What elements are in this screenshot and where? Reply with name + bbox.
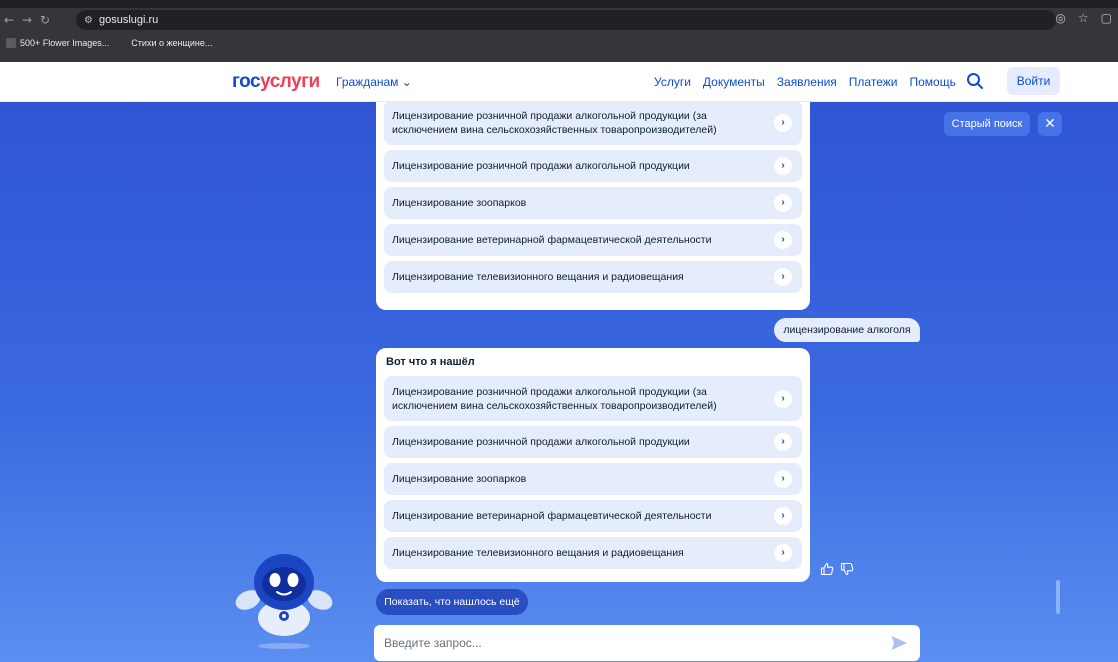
forward-icon[interactable]: → xyxy=(18,13,36,27)
reload-icon[interactable]: ↻ xyxy=(36,13,54,27)
nav-documents[interactable]: Документы xyxy=(703,75,765,89)
result-item[interactable]: Лицензирование розничной продажи алкогол… xyxy=(384,102,802,145)
bookmark-label: 500+ Flower Images... xyxy=(20,38,110,48)
robot-mascot-icon xyxy=(235,554,333,649)
chevron-right-icon: › xyxy=(774,268,792,286)
result-item-label: Лицензирование розничной продажи алкогол… xyxy=(392,109,717,136)
show-more-button[interactable]: Показать, что нашлось ещё xyxy=(376,589,528,615)
result-item[interactable]: Лицензирование зоопарков › xyxy=(384,187,802,219)
nav-services[interactable]: Услуги xyxy=(654,75,691,89)
result-item-label: Лицензирование зоопарков xyxy=(392,473,527,485)
result-item-label: Лицензирование ветеринарной фармацевтиче… xyxy=(392,510,712,522)
site-info-icon[interactable]: ⚙ xyxy=(84,15,93,26)
result-item[interactable]: Лицензирование розничной продажи алкогол… xyxy=(384,426,802,458)
chat-scrollbar[interactable] xyxy=(1056,580,1060,614)
result-item-label: Лицензирование розничной продажи алкогол… xyxy=(392,160,690,172)
old-search-button[interactable]: Старый поиск xyxy=(944,112,1030,136)
answer-title: Вот что я нашёл xyxy=(386,356,475,368)
chevron-right-icon: › xyxy=(774,470,792,488)
url-text: gosuslugi.ru xyxy=(98,14,159,26)
user-message: лицензирование алкоголя xyxy=(774,318,920,342)
eye-off-icon[interactable]: ◎ xyxy=(1055,11,1065,25)
address-bar-row: ← → ↻ ⚙ gosuslugi.ru ◎ ☆ ▢ xyxy=(0,8,1118,32)
chevron-right-icon: › xyxy=(774,507,792,525)
logo-part-uslugi: услуги xyxy=(260,71,320,92)
browser-actions: ◎ ☆ ▢ xyxy=(1055,11,1112,25)
nav-payments[interactable]: Платежи xyxy=(849,75,898,89)
result-item[interactable]: Лицензирование зоопарков › xyxy=(384,463,802,495)
nav-applications[interactable]: Заявления xyxy=(777,75,837,89)
bookmark-star-icon[interactable]: ☆ xyxy=(1078,11,1089,25)
thumbs-down-icon[interactable] xyxy=(840,562,854,576)
bookmarks-bar: 500+ Flower Images... Стихи о женщине... xyxy=(0,32,1118,54)
bookmark-label: Стихи о женщине... xyxy=(131,38,213,48)
close-button[interactable]: ✕ xyxy=(1038,112,1062,136)
query-input-box xyxy=(374,625,920,661)
result-item-label: Лицензирование телевизионного вещания и … xyxy=(392,547,684,559)
top-nav: Услуги Документы Заявления Платежи Помощ… xyxy=(654,75,968,89)
result-item[interactable]: Лицензирование розничной продажи алкогол… xyxy=(384,376,802,421)
result-item-label: Лицензирование телевизионного вещания и … xyxy=(392,271,684,283)
back-icon[interactable]: ← xyxy=(0,13,18,27)
omnibox[interactable]: ⚙ gosuslugi.ru xyxy=(76,10,1056,30)
bot-answer-panel: Лицензирование розничной продажи алкогол… xyxy=(376,102,810,310)
bookmark-item[interactable]: 500+ Flower Images... xyxy=(6,38,109,48)
result-item[interactable]: Лицензирование ветеринарной фармацевтиче… xyxy=(384,224,802,256)
chevron-right-icon: › xyxy=(774,194,792,212)
chevron-right-icon: › xyxy=(774,433,792,451)
login-button[interactable]: Войти xyxy=(1007,67,1060,95)
thumbs-up-icon[interactable] xyxy=(820,562,834,576)
search-icon[interactable] xyxy=(966,72,984,90)
site-header: госуслуги Гражданам ⌄ Услуги Документы З… xyxy=(0,62,1118,102)
result-item[interactable]: Лицензирование ветеринарной фармацевтиче… xyxy=(384,500,802,532)
tab-bar xyxy=(0,0,1118,8)
gosuslugi-logo[interactable]: госуслуги xyxy=(232,71,320,93)
result-item-label: Лицензирование розничной продажи алкогол… xyxy=(392,436,690,448)
send-icon[interactable] xyxy=(890,634,908,652)
browser-chrome: ← → ↻ ⚙ gosuslugi.ru ◎ ☆ ▢ 500+ Flower I… xyxy=(0,0,1118,66)
chevron-right-icon: › xyxy=(774,389,792,408)
bot-answer-panel: Вот что я нашёл Лицензирование розничной… xyxy=(376,348,810,582)
feedback-buttons xyxy=(820,562,854,576)
logo-part-gos: гос xyxy=(232,71,261,92)
chat-area: Старый поиск ✕ Лицензирование розничной … xyxy=(0,102,1118,662)
result-item[interactable]: Лицензирование телевизионного вещания и … xyxy=(384,537,802,569)
bookmark-favicon-icon xyxy=(6,38,16,48)
extensions-icon[interactable]: ▢ xyxy=(1101,11,1112,25)
result-item[interactable]: Лицензирование телевизионного вещания и … xyxy=(384,261,802,293)
citizens-dropdown[interactable]: Гражданам ⌄ xyxy=(336,75,412,89)
result-item-label: Лицензирование розничной продажи алкогол… xyxy=(392,385,717,412)
chevron-right-icon: › xyxy=(774,231,792,249)
chevron-right-icon: › xyxy=(774,157,792,175)
result-item-label: Лицензирование ветеринарной фармацевтиче… xyxy=(392,234,712,246)
chevron-right-icon: › xyxy=(774,113,792,132)
result-item-label: Лицензирование зоопарков xyxy=(392,197,527,209)
result-item[interactable]: Лицензирование розничной продажи алкогол… xyxy=(384,150,802,182)
bookmark-item[interactable]: Стихи о женщине... xyxy=(131,38,212,48)
nav-help[interactable]: Помощь xyxy=(909,75,955,89)
query-input[interactable] xyxy=(384,625,874,661)
chevron-right-icon: › xyxy=(774,544,792,562)
